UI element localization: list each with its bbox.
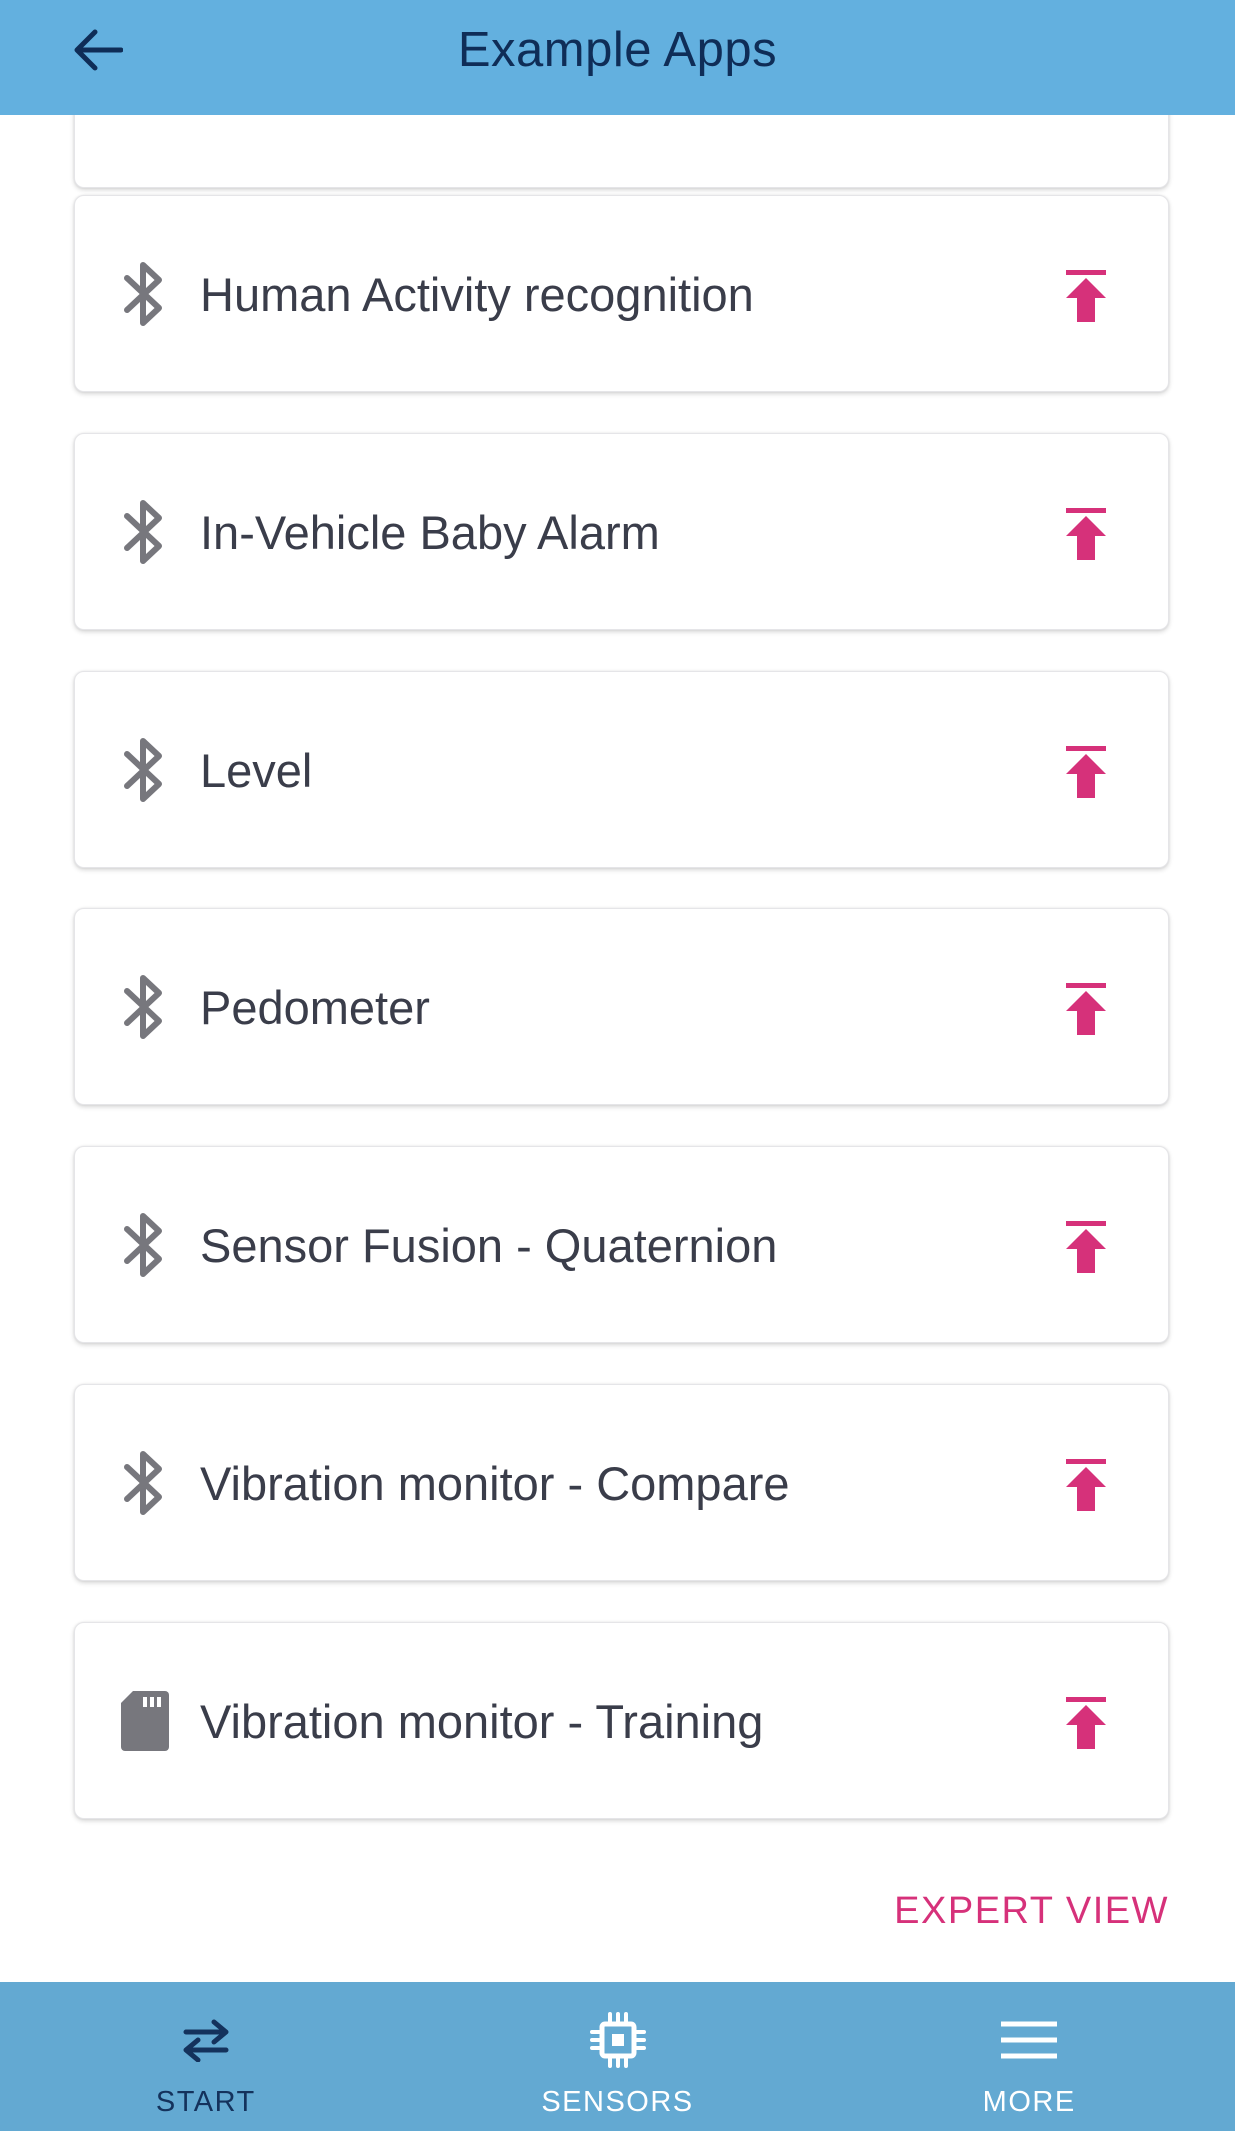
bottom-nav: START SENSORS MORE	[0, 1982, 1235, 2131]
upload-button[interactable]	[1054, 502, 1118, 566]
nav-sensors[interactable]: SENSORS	[412, 1982, 824, 2131]
app-card-label: In-Vehicle Baby Alarm	[200, 506, 660, 559]
upload-button[interactable]	[1054, 1453, 1118, 1517]
nav-more-label: MORE	[982, 2086, 1076, 2118]
upload-button[interactable]	[1054, 1691, 1118, 1755]
upload-icon	[1066, 1221, 1106, 1273]
upload-button[interactable]	[1054, 1215, 1118, 1279]
expert-view-button[interactable]: EXPERT VIEW	[894, 1890, 1169, 1933]
page-title: Example Apps	[457, 23, 778, 77]
app-card[interactable]: Human Activity recognition	[74, 195, 1169, 392]
app-card[interactable]: Vibration monitor - Training	[74, 1622, 1169, 1819]
bluetooth-icon	[111, 1447, 179, 1519]
app-list[interactable]: Human Activity recognition In-Vehicle Ba…	[0, 115, 1235, 1982]
upload-button[interactable]	[1054, 264, 1118, 328]
upload-icon	[1066, 983, 1106, 1035]
app-card[interactable]: Level	[74, 671, 1169, 868]
bluetooth-icon	[111, 734, 179, 806]
upload-icon	[1066, 1459, 1106, 1511]
app-card[interactable]: Sensor Fusion - Quaternion	[74, 1146, 1169, 1343]
app-card-label: Vibration monitor - Compare	[200, 1457, 790, 1510]
swap-arrows-icon	[176, 2012, 236, 2068]
upload-icon	[1066, 746, 1106, 798]
upload-icon	[1066, 508, 1106, 560]
app-card[interactable]: Vibration monitor - Compare	[74, 1384, 1169, 1581]
nav-start-label: START	[155, 2086, 256, 2118]
app-card-label: Vibration monitor - Training	[200, 1695, 764, 1748]
chip-icon	[588, 2012, 648, 2068]
bluetooth-icon	[111, 1209, 179, 1281]
upload-button[interactable]	[1054, 740, 1118, 804]
bluetooth-icon	[111, 971, 179, 1043]
nav-start[interactable]: START	[0, 1982, 412, 2131]
nav-sensors-label: SENSORS	[541, 2086, 694, 2118]
app-card-partial	[74, 115, 1169, 188]
app-card-label: Level	[200, 744, 313, 797]
upload-button[interactable]	[1054, 977, 1118, 1041]
app-card-label: Human Activity recognition	[200, 268, 754, 321]
app-card[interactable]: Pedometer	[74, 908, 1169, 1105]
sd-card-icon	[111, 1685, 179, 1757]
menu-icon	[999, 2012, 1059, 2068]
app-card-label: Pedometer	[200, 981, 430, 1034]
upload-icon	[1066, 270, 1106, 322]
bluetooth-icon	[111, 258, 179, 330]
app-card-label: Sensor Fusion - Quaternion	[200, 1219, 778, 1272]
app-card[interactable]: In-Vehicle Baby Alarm	[74, 433, 1169, 630]
app-header: Example Apps	[0, 0, 1235, 115]
upload-icon	[1066, 1697, 1106, 1749]
bluetooth-icon	[111, 496, 179, 568]
nav-more[interactable]: MORE	[823, 1982, 1235, 2131]
